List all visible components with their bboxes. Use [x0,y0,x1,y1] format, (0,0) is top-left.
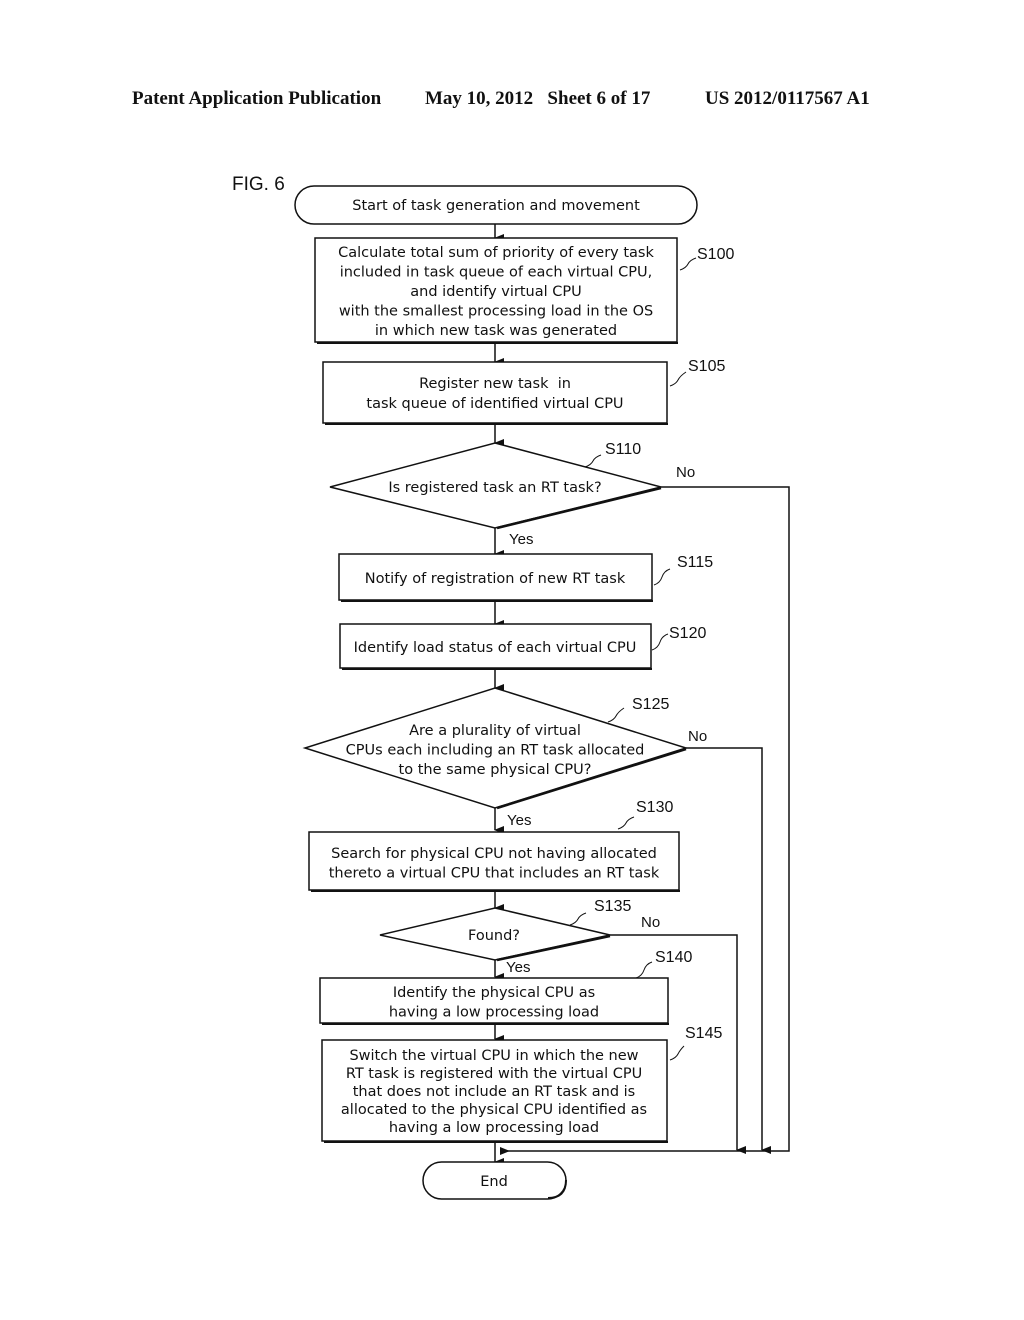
s125-no-label: No [688,728,707,745]
start-terminal: Start of task generation and movement [294,185,698,225]
text-line: Is registered task an RT task? [388,480,601,496]
s135-no-label: No [641,914,660,931]
s125-yes-label: Yes [507,812,531,829]
decision-s110-text: Is registered task an RT task? [388,480,601,496]
step-id-s100: S100 [697,246,734,263]
s110-no-label: No [676,464,695,481]
step-id-s120: S120 [669,625,706,642]
text-line: with the smallest processing load in the… [339,304,653,320]
no-path-s125 [686,747,771,1154]
step-id-s130: S130 [636,799,673,816]
text-line: allocated to the physical CPU identified… [341,1102,647,1118]
step-s145: Switch the virtual CPU in which the new R… [321,1025,722,1143]
text-line: Register new task in [419,376,571,392]
text-line: RT task is registered with the virtual C… [346,1066,642,1082]
step-s100: Calculate total sum of priority of every… [314,237,734,344]
s110-yes-label: Yes [509,531,533,548]
end-label: End [480,1174,508,1190]
text-line: Found? [468,928,520,944]
step-s115-text: Notify of registration of new RT task [365,571,626,587]
text-line: Switch the virtual CPU in which the new [349,1048,638,1064]
text-line: having a low processing load [389,1120,599,1136]
text-line: Identify load status of each virtual CPU [354,640,637,656]
s135-yes-label: Yes [506,959,530,976]
step-s120: Identify load status of each virtual CPU… [339,623,706,670]
decision-s110: Is registered task an RT task? S110 No Y… [329,441,695,548]
text-line: thereto a virtual CPU that includes an R… [329,866,660,882]
step-id-s135: S135 [594,898,631,915]
flowchart: FIG. 6 Start of task generation and move… [232,174,790,1200]
text-line: Notify of registration of new RT task [365,571,626,587]
step-id-s105: S105 [688,358,725,375]
text-line: CPUs each including an RT task allocated [346,743,645,759]
step-s115: Notify of registration of new RT task S1… [338,553,713,602]
text-line: Calculate total sum of priority of every… [338,245,654,261]
text-line: that does not include an RT task and is [353,1084,636,1100]
text-line: and identify virtual CPU [410,284,581,300]
text-line: included in task queue of each virtual C… [340,265,653,281]
start-label: Start of task generation and movement [352,198,640,214]
step-id-s145: S145 [685,1025,722,1042]
text-line: in which new task was generated [375,323,617,339]
step-id-s125: S125 [632,696,669,713]
text-line: Are a plurality of virtual [409,723,581,739]
text-line: having a low processing load [389,1005,599,1021]
decision-s135: Found? S135 No Yes [379,898,660,976]
step-id-s110: S110 [605,441,641,458]
decision-s135-text: Found? [468,928,520,944]
step-s105: Register new task in task queue of identi… [322,358,725,425]
step-id-s115: S115 [677,554,713,571]
text-line: task queue of identified virtual CPU [366,396,623,412]
text-line: to the same physical CPU? [399,762,592,778]
step-id-s140: S140 [655,949,692,966]
step-s120-text: Identify load status of each virtual CPU [354,640,637,656]
text-line: Identify the physical CPU as [393,985,595,1001]
end-terminal: End [422,1161,567,1200]
text-line: Search for physical CPU not having alloc… [331,846,657,862]
figure-label: FIG. 6 [232,174,285,195]
